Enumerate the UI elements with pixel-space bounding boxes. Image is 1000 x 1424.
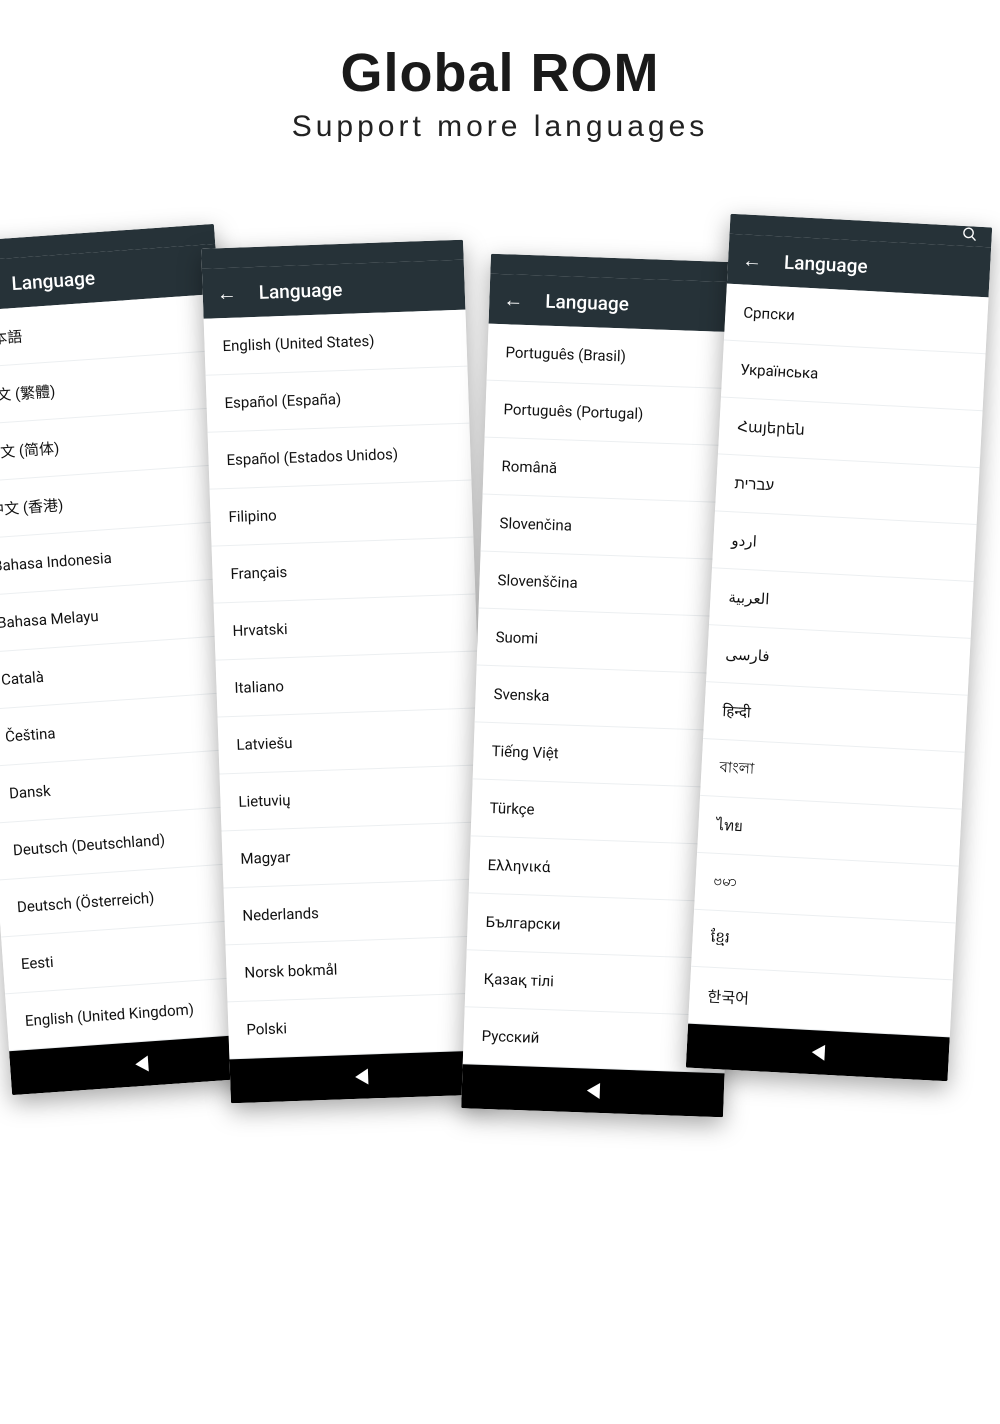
search-icon[interactable] bbox=[961, 226, 978, 247]
appbar-title: Language bbox=[258, 277, 342, 303]
list-item[interactable]: Suomi bbox=[477, 608, 741, 674]
list-item[interactable]: Slovenčina bbox=[481, 495, 745, 561]
headline: Global ROM bbox=[0, 42, 1000, 104]
list-item[interactable]: Norsk bokmål bbox=[225, 936, 489, 1002]
appbar-title: Language bbox=[11, 266, 96, 295]
list-item[interactable]: Español (España) bbox=[206, 367, 470, 433]
list-item[interactable]: Latviešu bbox=[218, 708, 482, 774]
appbar-title: Language bbox=[784, 250, 869, 277]
phone-screenshot-2: ← Language English (United States) Españ… bbox=[201, 240, 493, 1104]
nav-bar bbox=[461, 1064, 724, 1117]
list-item[interactable]: Português (Portugal) bbox=[485, 381, 749, 447]
nav-back-icon[interactable] bbox=[586, 1083, 600, 1099]
subheadline: Support more languages bbox=[0, 110, 1000, 144]
back-arrow-icon[interactable]: ← bbox=[503, 289, 524, 310]
nav-back-icon[interactable] bbox=[134, 1056, 148, 1073]
nav-back-icon[interactable] bbox=[811, 1044, 825, 1061]
list-item[interactable]: Română bbox=[483, 438, 747, 504]
list-item[interactable]: Tiếng Việt bbox=[473, 722, 737, 788]
list-item[interactable]: Polski bbox=[227, 993, 491, 1059]
app-bar: ← Language bbox=[489, 274, 753, 333]
list-item[interactable]: Filipino bbox=[210, 481, 474, 547]
list-item[interactable]: Français bbox=[212, 538, 476, 604]
app-bar: ← Language bbox=[202, 260, 466, 319]
language-list: English (United States) Español (España)… bbox=[204, 310, 492, 1060]
phone-screenshot-4: ← Language Српски Українська Հայերեն עבר… bbox=[686, 214, 992, 1082]
list-item[interactable]: Lietuvių bbox=[220, 765, 484, 831]
appbar-title: Language bbox=[545, 289, 629, 315]
list-item[interactable]: Português (Brasil) bbox=[487, 324, 751, 390]
list-item[interactable]: Български bbox=[467, 893, 731, 959]
nav-bar bbox=[229, 1050, 492, 1103]
list-item[interactable]: Italiano bbox=[216, 651, 480, 717]
language-list: Српски Українська Հայերեն עברית اردو الع… bbox=[688, 284, 988, 1038]
list-item[interactable]: English (United States) bbox=[204, 310, 468, 376]
list-item[interactable]: Hrvatski bbox=[214, 594, 478, 660]
nav-back-icon[interactable] bbox=[354, 1069, 368, 1085]
list-item[interactable]: Magyar bbox=[222, 822, 486, 888]
back-arrow-icon[interactable]: ← bbox=[216, 283, 237, 304]
list-item[interactable]: Slovenščina bbox=[479, 552, 743, 618]
back-arrow-icon[interactable]: ← bbox=[742, 249, 763, 270]
list-item[interactable]: Ελληνικά bbox=[469, 836, 733, 902]
phones-stage: ← Language 日本語 中文 (繁體) 中文 (简体) 中文 (香港) B… bbox=[0, 202, 1000, 1424]
list-item[interactable]: Svenska bbox=[475, 665, 739, 731]
list-item[interactable]: Türkçe bbox=[471, 779, 735, 845]
list-item[interactable]: Español (Estados Unidos) bbox=[208, 424, 472, 490]
list-item[interactable]: Nederlands bbox=[223, 879, 487, 945]
